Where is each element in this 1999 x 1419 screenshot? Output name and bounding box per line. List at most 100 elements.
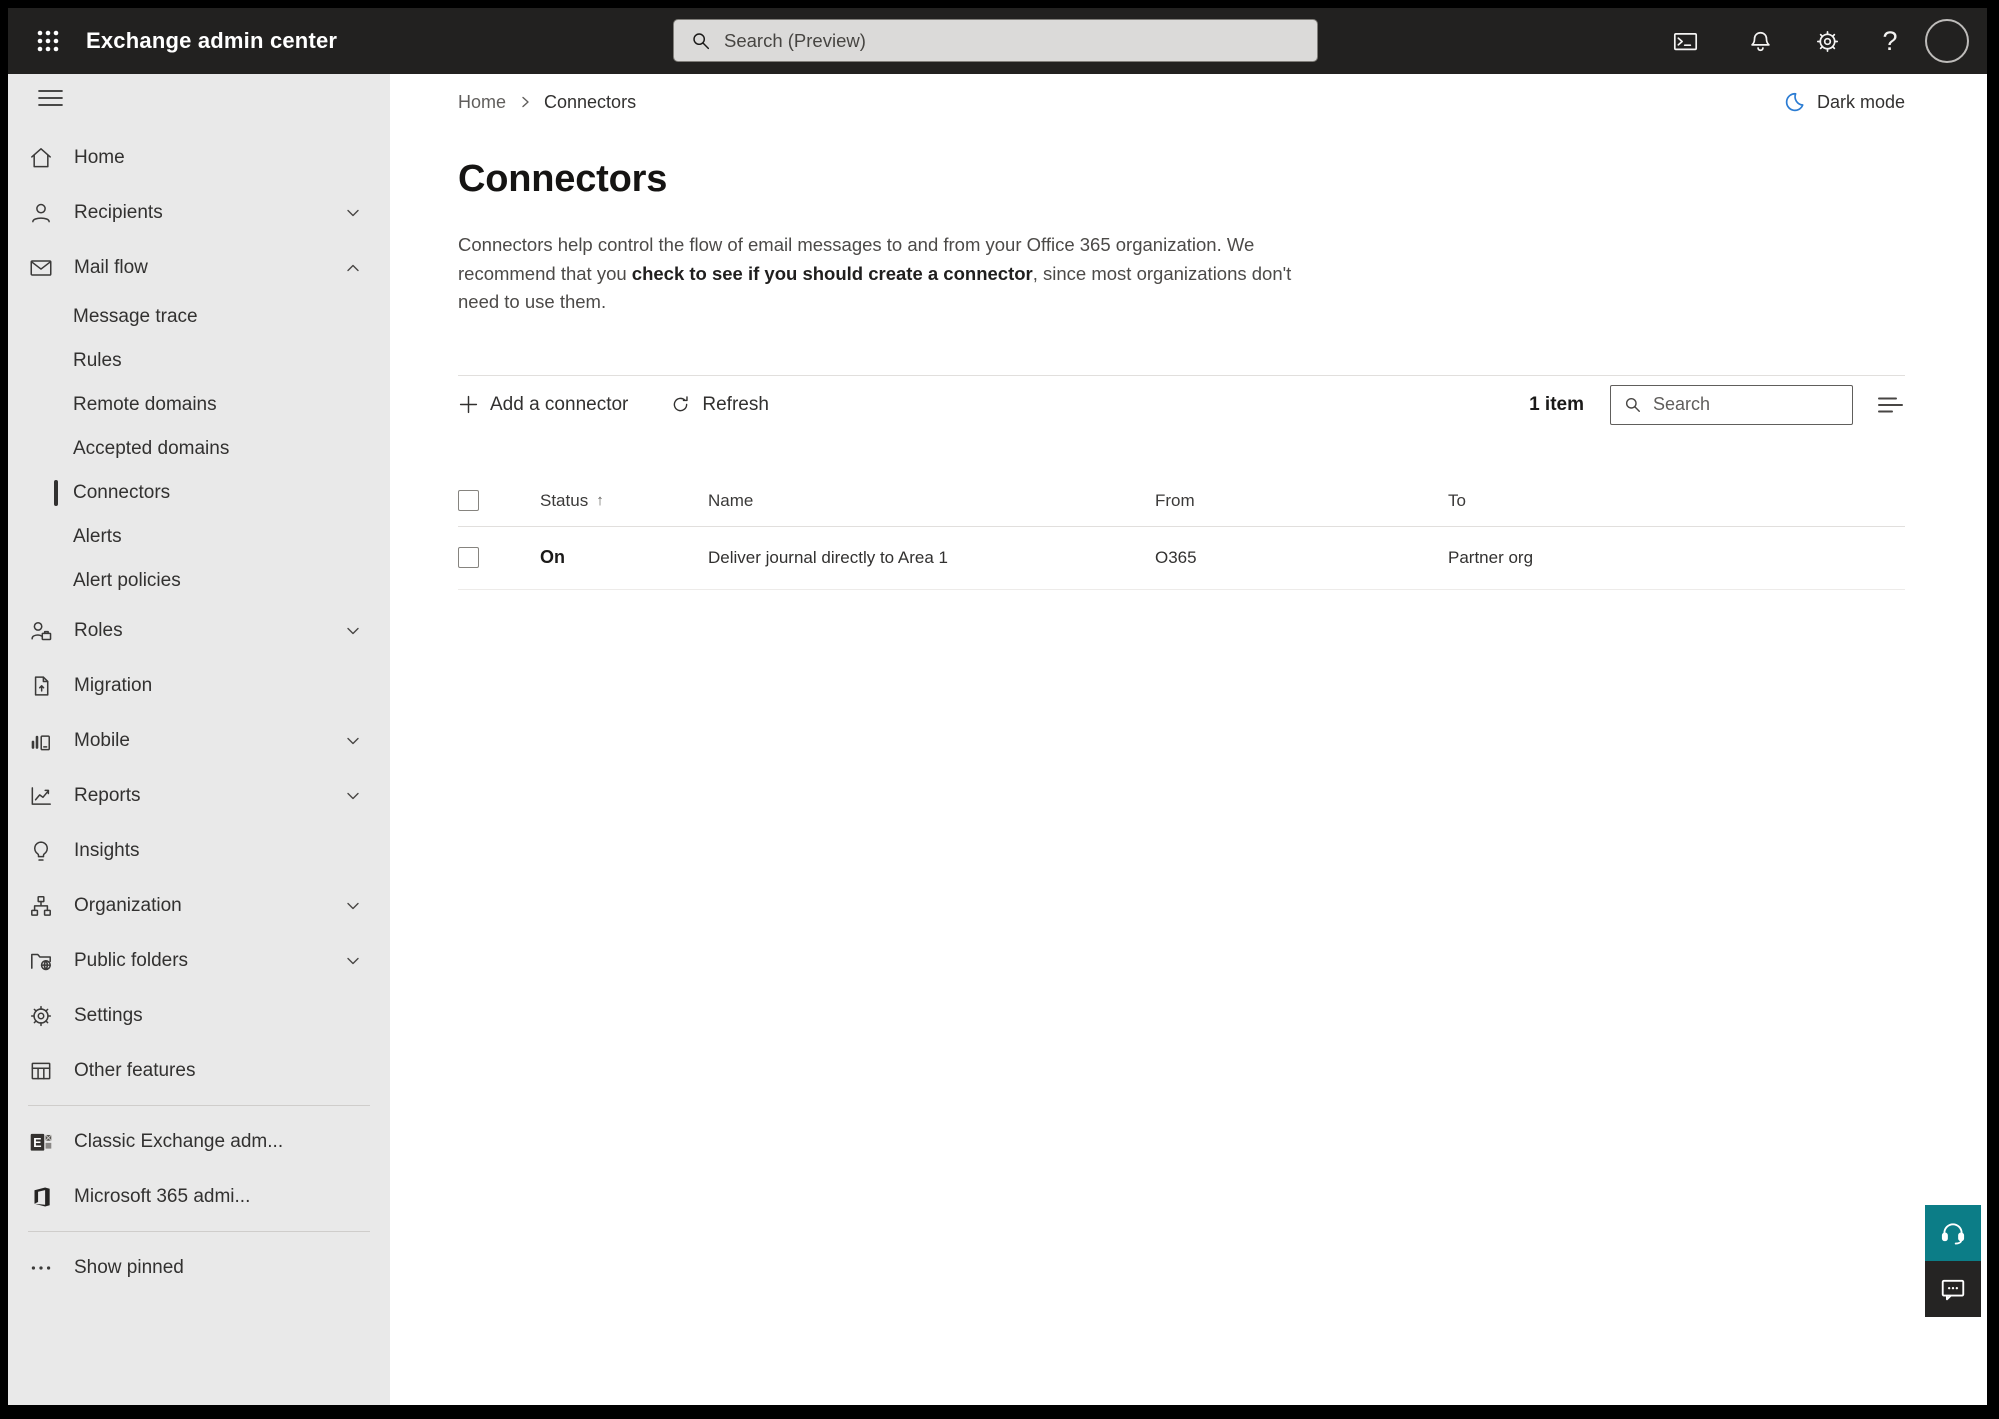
sort-ascending-icon: ↑ — [596, 492, 604, 509]
mobile-device-icon — [28, 728, 54, 754]
row-divider — [458, 588, 1905, 590]
nav-items: Home Recipients Mail flow Message trace … — [8, 130, 390, 1295]
folder-globe-icon — [28, 948, 54, 974]
breadcrumb-home-link[interactable]: Home — [458, 92, 506, 113]
dark-mode-label: Dark mode — [1816, 91, 1905, 112]
help-button[interactable]: ? — [1866, 8, 1914, 74]
chevron-down-icon — [347, 957, 359, 964]
powershell-button[interactable] — [1661, 8, 1709, 74]
sidebar-item-message-trace[interactable]: Message trace — [8, 295, 390, 339]
sidebar-item-alerts[interactable]: Alerts — [8, 515, 390, 559]
item-count: 1 item — [1529, 393, 1584, 415]
sidebar-item-other-features[interactable]: Other features — [8, 1043, 390, 1098]
app-launcher-button[interactable] — [20, 8, 76, 74]
search-icon — [693, 32, 710, 49]
table-row[interactable]: On Deliver journal directly to Area 1 O3… — [390, 527, 1987, 589]
dark-mode-toggle[interactable]: Dark mode — [1782, 90, 1905, 114]
sidebar-item-accepted-domains[interactable]: Accepted domains — [8, 427, 390, 471]
description-line-3: need to use them. — [458, 291, 607, 312]
sidebar-item-organization[interactable]: Organization — [8, 878, 390, 933]
global-search-box[interactable] — [673, 19, 1318, 62]
row-from: O365 — [1155, 547, 1197, 567]
breadcrumb-current: Connectors — [544, 91, 637, 112]
column-header-from[interactable]: From — [1155, 491, 1448, 511]
office-logo-icon — [28, 1184, 54, 1210]
sidebar-item-microsoft-365-admin[interactable]: Microsoft 365 admi... — [8, 1169, 390, 1224]
exchange-admin-center-window: { "topbar": { "app_title": "Exchange adm… — [0, 0, 1999, 1419]
app-title: Exchange admin center — [86, 28, 338, 53]
chevron-down-icon — [347, 902, 359, 909]
sidebar-item-public-folders[interactable]: Public folders — [8, 933, 390, 988]
list-search-box[interactable] — [1610, 384, 1853, 425]
nav-collapse-button[interactable] — [8, 74, 390, 122]
row-name[interactable]: Deliver journal directly to Area 1 — [708, 548, 1155, 568]
moon-icon — [1785, 92, 1804, 112]
sidebar-item-settings[interactable]: Settings — [8, 988, 390, 1043]
plus-icon — [459, 395, 478, 414]
list-toolbar: Add a connector Refresh 1 item — [390, 376, 1987, 434]
description-line-1: Connectors help control the flow of emai… — [458, 234, 1255, 255]
sidebar-item-connectors[interactable]: Connectors — [8, 471, 390, 515]
chevron-up-icon — [347, 264, 359, 271]
feedback-button[interactable] — [1925, 1261, 1981, 1317]
gear-icon — [28, 1003, 54, 1029]
document-arrow-icon — [28, 673, 54, 699]
description-line-2: recommend that you check to see if you s… — [458, 262, 1292, 284]
connectors-table: Status ↑ Name From To On Deliver journal… — [390, 476, 1987, 590]
sidebar-item-mail-flow[interactable]: Mail flow — [8, 240, 390, 295]
table-icon — [28, 1058, 54, 1084]
refresh-button[interactable]: Refresh — [670, 394, 769, 416]
add-connector-button[interactable]: Add a connector — [458, 394, 628, 416]
sidebar-item-home[interactable]: Home — [8, 130, 390, 185]
svg-text:E: E — [33, 1135, 41, 1149]
column-header-name[interactable]: Name — [708, 491, 1155, 511]
hamburger-icon — [38, 90, 63, 106]
sidebar-item-mobile[interactable]: Mobile — [8, 713, 390, 768]
sidebar-item-insights[interactable]: Insights — [8, 823, 390, 878]
search-icon — [1625, 397, 1640, 412]
chevron-down-icon — [347, 737, 359, 744]
sidebar-item-recipients[interactable]: Recipients — [8, 185, 390, 240]
row-to: Partner org — [1448, 547, 1534, 567]
filter-button[interactable] — [1877, 394, 1905, 416]
sidebar-item-reports[interactable]: Reports — [8, 768, 390, 823]
page-title: Connectors — [458, 158, 668, 200]
envelope-icon — [28, 255, 54, 281]
person-briefcase-icon — [28, 618, 54, 644]
select-all-checkbox[interactable] — [458, 490, 479, 511]
row-checkbox[interactable] — [458, 547, 479, 568]
chevron-down-icon — [347, 627, 359, 634]
sidebar-item-show-pinned[interactable]: Show pinned — [8, 1240, 390, 1295]
line-chart-icon — [28, 783, 54, 809]
sidebar-item-migration[interactable]: Migration — [8, 658, 390, 713]
table-header-row: Status ↑ Name From To — [390, 476, 1987, 526]
global-search-input[interactable] — [724, 29, 1317, 52]
lightbulb-icon — [28, 838, 54, 864]
sidebar-item-remote-domains[interactable]: Remote domains — [8, 383, 390, 427]
sidebar-divider — [28, 1231, 370, 1232]
chevron-down-icon — [347, 792, 359, 799]
home-icon — [28, 145, 54, 171]
main-content: Home Connectors Dark mode Connectors Con… — [390, 74, 1987, 1405]
list-search-input[interactable] — [1653, 394, 1852, 415]
sidebar-item-classic-exchange[interactable]: E Classic Exchange adm... — [8, 1114, 390, 1169]
corner-action-buttons — [1925, 1205, 1981, 1317]
left-navigation: Home Recipients Mail flow Message trace … — [8, 74, 390, 1405]
page-description: Connectors help control the flow of emai… — [458, 231, 1905, 317]
settings-button-topbar[interactable] — [1803, 8, 1851, 74]
chevron-right-icon — [522, 96, 529, 108]
column-header-to[interactable]: To — [1448, 491, 1905, 511]
create-connector-check-link[interactable]: check to see if you should create a conn… — [632, 263, 1033, 284]
support-button[interactable] — [1925, 1205, 1981, 1261]
account-avatar[interactable] — [1925, 19, 1969, 63]
sidebar-item-alert-policies[interactable]: Alert policies — [8, 559, 390, 603]
feedback-bubble-icon — [1941, 1279, 1965, 1301]
notifications-button[interactable] — [1736, 8, 1784, 74]
chevron-down-icon — [347, 209, 359, 216]
terminal-icon — [1673, 32, 1697, 50]
classic-exchange-icon: E — [28, 1129, 54, 1155]
column-header-status[interactable]: Status ↑ — [540, 491, 708, 511]
org-chart-icon — [28, 893, 54, 919]
sidebar-item-roles[interactable]: Roles — [8, 603, 390, 658]
sidebar-item-rules[interactable]: Rules — [8, 339, 390, 383]
